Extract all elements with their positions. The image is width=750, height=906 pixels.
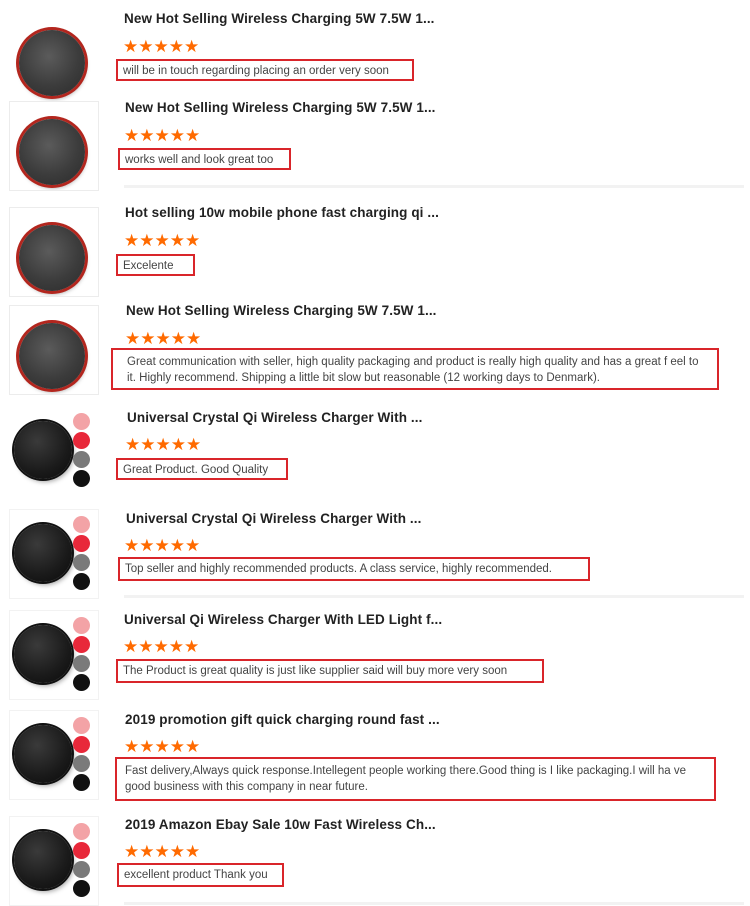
charging-pad-black-icon: [14, 421, 72, 479]
star-rating: ★★★★★: [124, 126, 201, 145]
color-options: [73, 823, 91, 899]
product-thumbnail[interactable]: [9, 207, 99, 297]
color-swatch-red: [73, 535, 90, 552]
color-swatch-black: [73, 470, 90, 487]
star-rating: ★★★★★: [124, 231, 201, 250]
color-swatch-red: [73, 636, 90, 653]
color-swatch-pink: [73, 617, 90, 634]
product-thumbnail[interactable]: [9, 101, 99, 191]
charging-pad-red-rim-icon: [19, 119, 85, 185]
color-swatch-gray: [73, 861, 90, 878]
charging-pad-black-icon: [14, 831, 72, 889]
product-title[interactable]: Hot selling 10w mobile phone fast chargi…: [125, 205, 439, 220]
product-thumbnail[interactable]: [9, 406, 99, 496]
review-comment: Top seller and highly recommended produc…: [118, 557, 590, 581]
color-swatch-black: [73, 774, 90, 791]
product-title[interactable]: 2019 promotion gift quick charging round…: [125, 712, 440, 727]
product-thumbnail[interactable]: [9, 509, 99, 599]
product-thumbnail[interactable]: [9, 816, 99, 906]
product-thumbnail[interactable]: [9, 305, 99, 395]
product-thumbnail[interactable]: [9, 710, 99, 800]
star-rating: ★★★★★: [124, 536, 201, 555]
color-swatch-gray: [73, 655, 90, 672]
color-swatch-red: [73, 842, 90, 859]
divider: [124, 595, 744, 598]
product-title[interactable]: New Hot Selling Wireless Charging 5W 7.5…: [124, 11, 435, 26]
review-comment: works well and look great too: [118, 148, 291, 170]
product-thumbnail[interactable]: [9, 12, 99, 102]
review-comment: The Product is great quality is just lik…: [116, 659, 544, 683]
divider: [124, 185, 744, 188]
star-rating: ★★★★★: [124, 737, 201, 756]
charging-pad-black-icon: [14, 625, 72, 683]
product-title[interactable]: New Hot Selling Wireless Charging 5W 7.5…: [125, 100, 436, 115]
color-options: [73, 717, 91, 793]
color-swatch-black: [73, 573, 90, 590]
color-swatch-pink: [73, 516, 90, 533]
star-rating: ★★★★★: [123, 637, 200, 656]
star-rating: ★★★★★: [123, 37, 200, 56]
charging-pad-red-rim-icon: [19, 323, 85, 389]
color-swatch-red: [73, 432, 90, 449]
review-comment: Fast delivery,Always quick response.Inte…: [115, 757, 716, 801]
review-comment: Great Product. Good Quality: [116, 458, 288, 480]
product-title[interactable]: New Hot Selling Wireless Charging 5W 7.5…: [126, 303, 437, 318]
charging-pad-black-icon: [14, 524, 72, 582]
star-rating: ★★★★★: [125, 435, 202, 454]
star-rating: ★★★★★: [125, 329, 202, 348]
review-comment: will be in touch regarding placing an or…: [116, 59, 414, 81]
color-swatch-gray: [73, 755, 90, 772]
divider: [124, 902, 744, 905]
product-thumbnail[interactable]: [9, 610, 99, 700]
product-title[interactable]: Universal Crystal Qi Wireless Charger Wi…: [126, 511, 421, 526]
review-comment: Excelente: [116, 254, 195, 276]
product-title[interactable]: Universal Qi Wireless Charger With LED L…: [124, 612, 442, 627]
star-rating: ★★★★★: [124, 842, 201, 861]
charging-pad-red-rim-icon: [19, 225, 85, 291]
color-options: [73, 413, 91, 489]
product-title[interactable]: 2019 Amazon Ebay Sale 10w Fast Wireless …: [125, 817, 436, 832]
charging-pad-black-icon: [14, 725, 72, 783]
color-swatch-gray: [73, 554, 90, 571]
color-swatch-pink: [73, 823, 90, 840]
review-comment: Great communication with seller, high qu…: [111, 348, 719, 390]
color-options: [73, 516, 91, 592]
color-swatch-black: [73, 674, 90, 691]
color-swatch-red: [73, 736, 90, 753]
color-swatch-black: [73, 880, 90, 897]
color-options: [73, 617, 91, 693]
review-comment: excellent product Thank you: [117, 863, 284, 887]
product-title[interactable]: Universal Crystal Qi Wireless Charger Wi…: [127, 410, 422, 425]
color-swatch-pink: [73, 717, 90, 734]
color-swatch-gray: [73, 451, 90, 468]
color-swatch-pink: [73, 413, 90, 430]
charging-pad-red-rim-icon: [19, 30, 85, 96]
